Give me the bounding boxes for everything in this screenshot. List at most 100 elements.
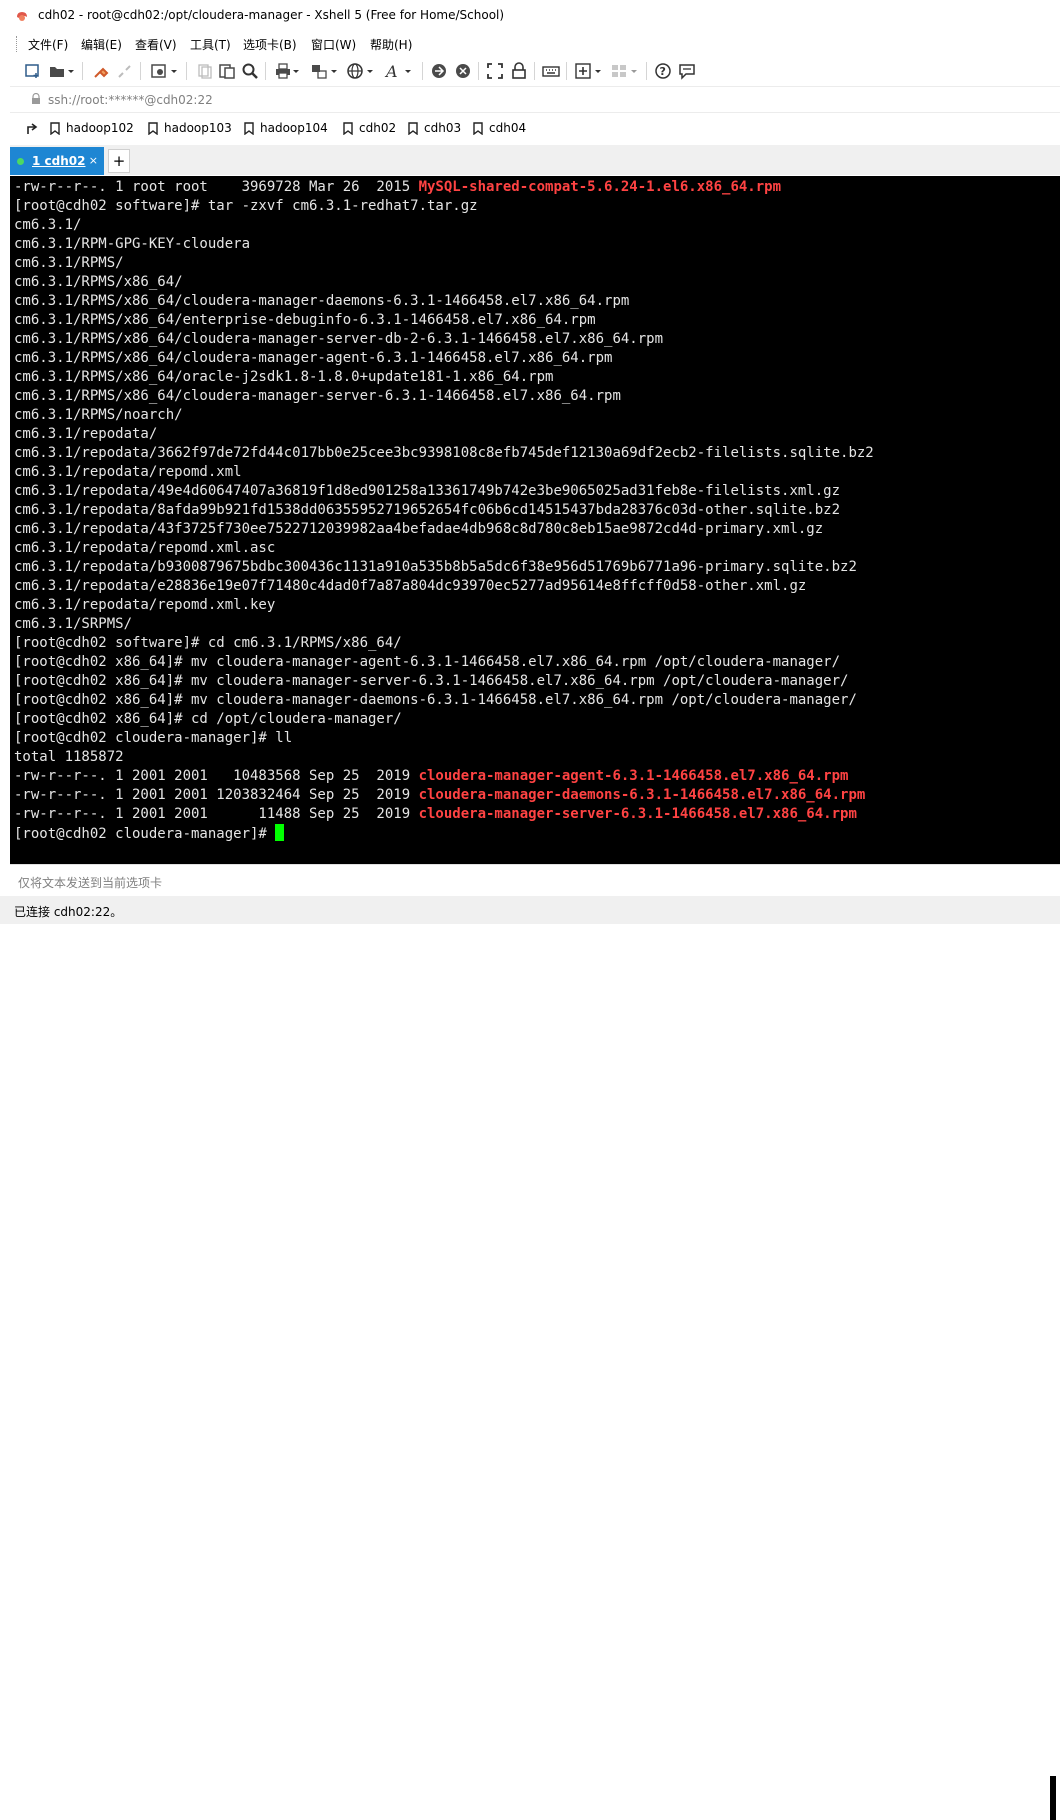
copy-button[interactable] xyxy=(196,60,214,82)
terminal-line: cm6.3.1/RPMS/ xyxy=(14,254,124,273)
compose-bar[interactable]: 仅将文本发送到当前选项卡 xyxy=(10,864,1060,897)
toolbar: A ? xyxy=(10,56,1060,86)
terminal-line: [root@cdh02 x86_64]# mv cloudera-manager… xyxy=(14,691,857,710)
add-button[interactable] xyxy=(574,60,602,82)
properties-icon xyxy=(151,64,177,78)
terminal-line-text: cm6.3.1/repodata/e28836e19e07f71480c4dad… xyxy=(14,578,807,594)
address-lock-icon xyxy=(32,93,40,104)
link-hadoop102[interactable]: hadoop102 xyxy=(50,121,134,135)
terminal-line-text: cm6.3.1/repodata/repomd.xml.asc xyxy=(14,540,276,556)
link-hadoop103[interactable]: hadoop103 xyxy=(148,121,232,135)
link-hadoop104[interactable]: hadoop104 xyxy=(244,121,328,135)
terminal-line: cm6.3.1/RPMS/x86_64/cloudera-manager-dae… xyxy=(14,292,629,311)
svg-text:A: A xyxy=(384,62,398,80)
connect-button[interactable] xyxy=(92,60,110,82)
terminal-line-text: cm6.3.1/RPMS/x86_64/oracle-j2sdk1.8-1.8.… xyxy=(14,369,554,385)
toolbar-separator xyxy=(422,62,423,80)
print-button[interactable] xyxy=(274,60,300,82)
terminal-line: cm6.3.1/RPMS/x86_64/enterprise-debuginfo… xyxy=(14,311,596,330)
compose-placeholder: 仅将文本发送到当前选项卡 xyxy=(18,876,163,890)
window-title: cdh02 - root@cdh02:/opt/cloudera-manager… xyxy=(38,8,505,22)
terminal-line-text: [root@cdh02 x86_64]# mv cloudera-manager… xyxy=(14,654,841,670)
link-label: cdh03 xyxy=(424,121,462,135)
menu-file[interactable]: 文件(F) xyxy=(28,36,68,53)
new-tab-button[interactable]: + xyxy=(108,149,130,173)
terminal-line-text: cm6.3.1/repodata/43f3725f730ee7522712039… xyxy=(14,521,824,537)
terminal-line-text: -rw-r--r--. 1 2001 2001 11488 Sep 25 201… xyxy=(14,806,419,822)
link-cdh03[interactable]: cdh03 xyxy=(408,121,461,135)
highlighted-filename: cloudera-manager-daemons-6.3.1-1466458.e… xyxy=(418,787,866,803)
terminal-line: [root@cdh02 software]# tar -zxvf cm6.3.1… xyxy=(14,197,478,216)
bookmark-icon xyxy=(148,121,158,135)
toolbar-separator xyxy=(646,62,647,80)
transfer-button[interactable] xyxy=(310,60,338,82)
open-button[interactable] xyxy=(48,60,74,82)
help-button[interactable]: ? xyxy=(654,60,672,82)
menu-edit[interactable]: 编辑(E) xyxy=(81,36,122,53)
font-button[interactable]: A xyxy=(384,60,412,82)
properties-button[interactable] xyxy=(150,60,178,82)
menu-help[interactable]: 帮助(H) xyxy=(370,36,412,53)
terminal-line: cm6.3.1/repodata/repomd.xml xyxy=(14,463,242,482)
disconnect-button[interactable] xyxy=(116,60,134,82)
terminal-line-text: cm6.3.1/repodata/49e4d60647407a36819f1d8… xyxy=(14,483,841,499)
terminal-line-text: cm6.3.1/repodata/repomd.xml.key xyxy=(14,597,276,613)
terminal-line-text: [root@cdh02 x86_64]# cd /opt/cloudera-ma… xyxy=(14,711,402,727)
xmanager-icon xyxy=(456,64,470,78)
link-label: hadoop104 xyxy=(260,121,328,135)
terminal-output[interactable]: -rw-r--r--. 1 root root 3969728 Mar 26 2… xyxy=(10,176,1060,864)
terminal-line: [root@cdh02 x86_64]# mv cloudera-manager… xyxy=(14,672,848,691)
xmanager-button[interactable] xyxy=(454,60,472,82)
terminal-line-text: cm6.3.1/RPMS/x86_64/cloudera-manager-dae… xyxy=(14,293,630,309)
terminal-line-text: cm6.3.1/repodata/3662f97de72fd44c017bb0e… xyxy=(14,445,874,461)
terminal-line: [root@cdh02 x86_64]# mv cloudera-manager… xyxy=(14,653,840,672)
toolbar-separator xyxy=(140,62,141,80)
title-bar: cdh02 - root@cdh02:/opt/cloudera-manager… xyxy=(0,0,1060,32)
menu-tab[interactable]: 选项卡(B) xyxy=(243,36,297,53)
menu-tools[interactable]: 工具(T) xyxy=(190,36,231,53)
status-bar: 已连接 cdh02:22。 xyxy=(0,896,1060,1820)
layout-icon xyxy=(612,65,637,77)
paste-button[interactable] xyxy=(218,60,236,82)
resize-grip[interactable] xyxy=(1050,1776,1056,1820)
fullscreen-button[interactable] xyxy=(486,60,504,82)
lock-button[interactable] xyxy=(510,60,528,82)
bookmark-icon xyxy=(408,121,418,135)
xftp-button[interactable] xyxy=(430,60,448,82)
link-cdh02[interactable]: cdh02 xyxy=(343,121,396,135)
lock-icon xyxy=(512,62,526,79)
quick-links-bar: hadoop102 hadoop103 hadoop104 cdh02 cdh0… xyxy=(10,112,1060,145)
toolbar-separator xyxy=(478,62,479,80)
paste-icon xyxy=(219,64,235,79)
keyboard-button[interactable] xyxy=(542,60,560,82)
link-cdh04[interactable]: cdh04 xyxy=(473,121,526,135)
menu-view[interactable]: 查看(V) xyxy=(135,36,177,53)
globe-button[interactable] xyxy=(346,60,374,82)
layout-button[interactable] xyxy=(610,60,638,82)
terminal-line-text: [root@cdh02 cloudera-manager]# ll xyxy=(14,730,293,746)
find-button[interactable] xyxy=(241,60,259,82)
terminal-line-text: [root@cdh02 software]# tar -zxvf cm6.3.1… xyxy=(14,198,478,214)
toolbar-separator xyxy=(82,62,83,80)
tab-cdh02[interactable]: 1 cdh02 × xyxy=(10,147,104,175)
highlighted-filename: cloudera-manager-agent-6.3.1-1466458.el7… xyxy=(418,768,849,784)
terminal-line: cm6.3.1/repodata/repomd.xml.asc xyxy=(14,539,275,558)
chat-button[interactable] xyxy=(678,60,696,82)
menu-window[interactable]: 窗口(W) xyxy=(311,36,356,53)
transfer-icon xyxy=(312,65,337,79)
terminal-line-text: [root@cdh02 x86_64]# mv cloudera-manager… xyxy=(14,692,857,708)
connection-status: 已连接 cdh02:22。 xyxy=(14,905,123,919)
terminal-line: [root@cdh02 cloudera-manager]# ll xyxy=(14,729,292,748)
keyboard-icon xyxy=(542,66,560,77)
terminal-line: cm6.3.1/repodata/ xyxy=(14,425,157,444)
tab-close-icon[interactable]: × xyxy=(89,154,98,167)
terminal-line: cm6.3.1/repodata/8afda99b921fd1538dd0635… xyxy=(14,501,840,520)
link-label: cdh04 xyxy=(489,121,527,135)
terminal-line: cm6.3.1/repodata/repomd.xml.key xyxy=(14,596,275,615)
new-session-icon xyxy=(25,64,39,78)
terminal-line-text: cm6.3.1/RPMS/noarch/ xyxy=(14,407,183,423)
new-session-button[interactable] xyxy=(24,60,42,82)
xftp-icon xyxy=(432,64,446,78)
terminal-line: [root@cdh02 cloudera-manager]# xyxy=(14,824,285,843)
session-address[interactable]: ssh://root:******@cdh02:22 xyxy=(48,93,213,107)
